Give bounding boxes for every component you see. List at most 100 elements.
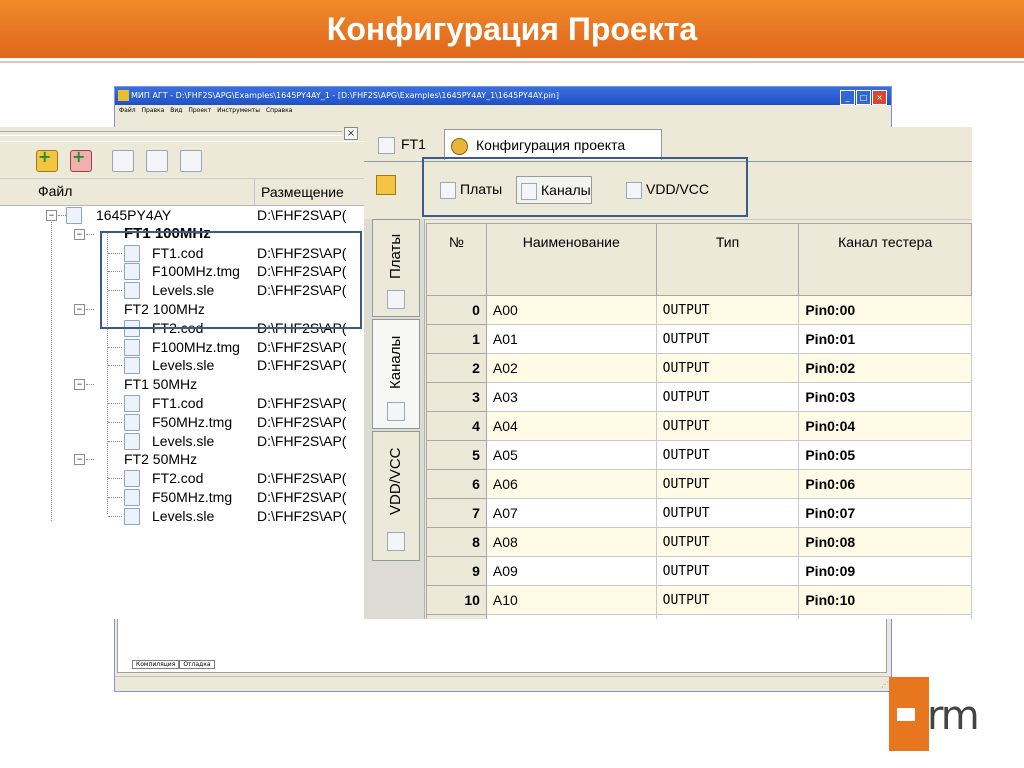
cell-number[interactable]: 2 bbox=[426, 353, 487, 383]
cell-name[interactable]: A01 bbox=[485, 324, 657, 354]
dock-grip[interactable] bbox=[0, 131, 342, 136]
cell-name[interactable]: A03 bbox=[485, 382, 657, 412]
column-location[interactable]: Размещение bbox=[254, 179, 344, 205]
table-row[interactable]: 10 A10 OUTPUT Pin0:10 bbox=[426, 585, 972, 615]
cell-number[interactable]: 3 bbox=[426, 382, 487, 412]
column-file[interactable]: Файл bbox=[38, 183, 72, 199]
table-row[interactable]: 9 A09 OUTPUT Pin0:09 bbox=[426, 556, 972, 586]
cell-tester-channel[interactable]: Pin0:04 bbox=[798, 411, 972, 441]
tree-file-row[interactable]: F50MHz.tmg D:\FHF2S\AP( bbox=[0, 413, 364, 431]
cell-tester-channel[interactable]: Pin0:00 bbox=[798, 295, 972, 325]
cell-type[interactable]: OUTPUT bbox=[655, 411, 800, 441]
side-tab-boards[interactable]: Платы bbox=[372, 219, 420, 317]
cell-number[interactable]: 5 bbox=[426, 440, 487, 470]
tree-group-row[interactable]: − FT1 50MHz bbox=[0, 375, 364, 393]
cell-name[interactable]: A06 bbox=[485, 469, 657, 499]
table-row[interactable]: 0 A00 OUTPUT Pin0:00 bbox=[426, 295, 972, 325]
cell-type[interactable]: OUTPUT bbox=[655, 324, 800, 354]
tree-group-row[interactable]: − FT2 50MHz bbox=[0, 450, 364, 468]
cell-tester-channel[interactable]: Pin0:06 bbox=[798, 469, 972, 499]
cell-number[interactable]: 1 bbox=[426, 324, 487, 354]
cell-name[interactable]: A05 bbox=[485, 440, 657, 470]
cell-tester-channel[interactable]: Pin0:11 bbox=[798, 614, 972, 619]
tab-ft1[interactable]: FT1 bbox=[372, 129, 448, 159]
board-icon[interactable] bbox=[112, 150, 134, 172]
cell-number[interactable]: 11 bbox=[426, 614, 487, 619]
power-icon[interactable] bbox=[180, 150, 202, 172]
side-tab-vddvcc[interactable]: VDD/VCC bbox=[372, 431, 420, 561]
maximize-button[interactable]: □ bbox=[856, 90, 871, 105]
tree-file-row[interactable]: FT2.cod D:\FHF2S\AP( bbox=[0, 319, 364, 337]
column-type[interactable]: Тип bbox=[655, 223, 800, 296]
cell-tester-channel[interactable]: Pin0:05 bbox=[798, 440, 972, 470]
cell-name[interactable]: A04 bbox=[485, 411, 657, 441]
tree-file-row[interactable]: F100MHz.tmg D:\FHF2S\AP( bbox=[0, 338, 364, 356]
table-row[interactable]: 6 A06 OUTPUT Pin0:06 bbox=[426, 469, 972, 499]
cell-name[interactable]: A11 bbox=[485, 614, 657, 619]
cell-tester-channel[interactable]: Pin0:03 bbox=[798, 382, 972, 412]
tree-file-row[interactable]: FT1.cod D:\FHF2S\AP( bbox=[0, 394, 364, 412]
tree-file-row[interactable]: FT1.cod D:\FHF2S\AP( bbox=[0, 244, 364, 262]
minimize-button[interactable]: _ bbox=[840, 90, 855, 105]
export-icon[interactable] bbox=[376, 175, 396, 195]
cell-number[interactable]: 7 bbox=[426, 498, 487, 528]
cell-tester-channel[interactable]: Pin0:07 bbox=[798, 498, 972, 528]
tree-file-row[interactable]: FT2.cod D:\FHF2S\AP( bbox=[0, 469, 364, 488]
add-group-icon[interactable] bbox=[70, 147, 92, 172]
table-row[interactable]: 2 A02 OUTPUT Pin0:02 bbox=[426, 353, 972, 383]
cell-number[interactable]: 10 bbox=[426, 585, 487, 615]
table-row[interactable]: 1 A01 OUTPUT Pin0:01 bbox=[426, 324, 972, 354]
menu-view[interactable]: Вид bbox=[170, 107, 182, 114]
menu-tools[interactable]: Инструменты bbox=[217, 107, 260, 114]
tree-file-row[interactable]: Levels.sle D:\FHF2S\AP( bbox=[0, 356, 364, 375]
cell-type[interactable]: OUTPUT bbox=[655, 498, 800, 528]
cell-name[interactable]: A09 bbox=[485, 556, 657, 586]
column-number[interactable]: № bbox=[426, 223, 487, 296]
cell-tester-channel[interactable]: Pin0:09 bbox=[798, 556, 972, 586]
collapse-icon[interactable]: − bbox=[74, 454, 85, 466]
tab-compilation[interactable]: Компиляция bbox=[132, 660, 180, 669]
cell-name[interactable]: A08 bbox=[485, 527, 657, 557]
explorer-close-icon[interactable]: × bbox=[344, 127, 358, 140]
cell-name[interactable]: A02 bbox=[485, 353, 657, 383]
table-row[interactable]: 3 A03 OUTPUT Pin0:03 bbox=[426, 382, 972, 412]
cell-name[interactable]: A10 bbox=[485, 585, 657, 615]
menu-file[interactable]: Файл bbox=[119, 107, 136, 114]
resize-grip-icon[interactable]: ⋰ bbox=[881, 680, 889, 689]
tree-file-row[interactable]: Levels.sle D:\FHF2S\AP( bbox=[0, 432, 364, 450]
cell-type[interactable]: OUTPUT bbox=[655, 556, 800, 586]
side-tab-channels[interactable]: Каналы bbox=[372, 319, 420, 429]
cell-type[interactable]: OUTPUT bbox=[655, 353, 800, 383]
tree-file-row[interactable]: Levels.sle D:\FHF2S\AP( bbox=[0, 507, 364, 525]
collapse-icon[interactable]: − bbox=[74, 228, 85, 240]
cell-name[interactable]: A00 bbox=[485, 295, 657, 325]
table-row[interactable]: 8 A08 OUTPUT Pin0:08 bbox=[426, 527, 972, 557]
subtab-boards[interactable]: Платы bbox=[436, 176, 502, 202]
cell-tester-channel[interactable]: Pin0:10 bbox=[798, 585, 972, 615]
tab-project-config[interactable]: Конфигурация проекта bbox=[444, 129, 662, 160]
tree-file-row[interactable]: F50MHz.tmg D:\FHF2S\AP( bbox=[0, 488, 364, 506]
cell-type[interactable]: OUTPUT bbox=[655, 469, 800, 499]
tree-group-row[interactable]: −1645PY4AY D:\FHF2S\AP( bbox=[0, 206, 364, 224]
cell-tester-channel[interactable]: Pin0:02 bbox=[798, 353, 972, 383]
cell-tester-channel[interactable]: Pin0:01 bbox=[798, 324, 972, 354]
cell-number[interactable]: 0 bbox=[426, 295, 487, 325]
tree-file-row[interactable]: F100MHz.tmg D:\FHF2S\AP( bbox=[0, 262, 364, 281]
cell-number[interactable]: 6 bbox=[426, 469, 487, 499]
table-row[interactable]: 11A11OUTPUTPin0:11 bbox=[426, 614, 972, 619]
cell-type[interactable]: OUTPUT bbox=[655, 440, 800, 470]
menu-help[interactable]: Справка bbox=[266, 107, 292, 114]
subtab-channels[interactable]: Каналы bbox=[516, 176, 592, 204]
tree-file-row[interactable]: Levels.sle D:\FHF2S\AP( bbox=[0, 281, 364, 300]
tree-group-row[interactable]: − FT2 100MHz bbox=[0, 300, 364, 318]
cell-type[interactable]: OUTPUT bbox=[655, 382, 800, 412]
column-name[interactable]: Наименование bbox=[485, 223, 657, 296]
cell-type[interactable]: OUTPUT bbox=[655, 614, 800, 619]
cell-name[interactable]: A07 bbox=[485, 498, 657, 528]
cell-tester-channel[interactable]: Pin0:08 bbox=[798, 527, 972, 557]
cell-number[interactable]: 8 bbox=[426, 527, 487, 557]
table-row[interactable]: 7 A07 OUTPUT Pin0:07 bbox=[426, 498, 972, 528]
table-row[interactable]: 5 A05 OUTPUT Pin0:05 bbox=[426, 440, 972, 470]
cell-number[interactable]: 9 bbox=[426, 556, 487, 586]
cell-type[interactable]: OUTPUT bbox=[655, 585, 800, 615]
